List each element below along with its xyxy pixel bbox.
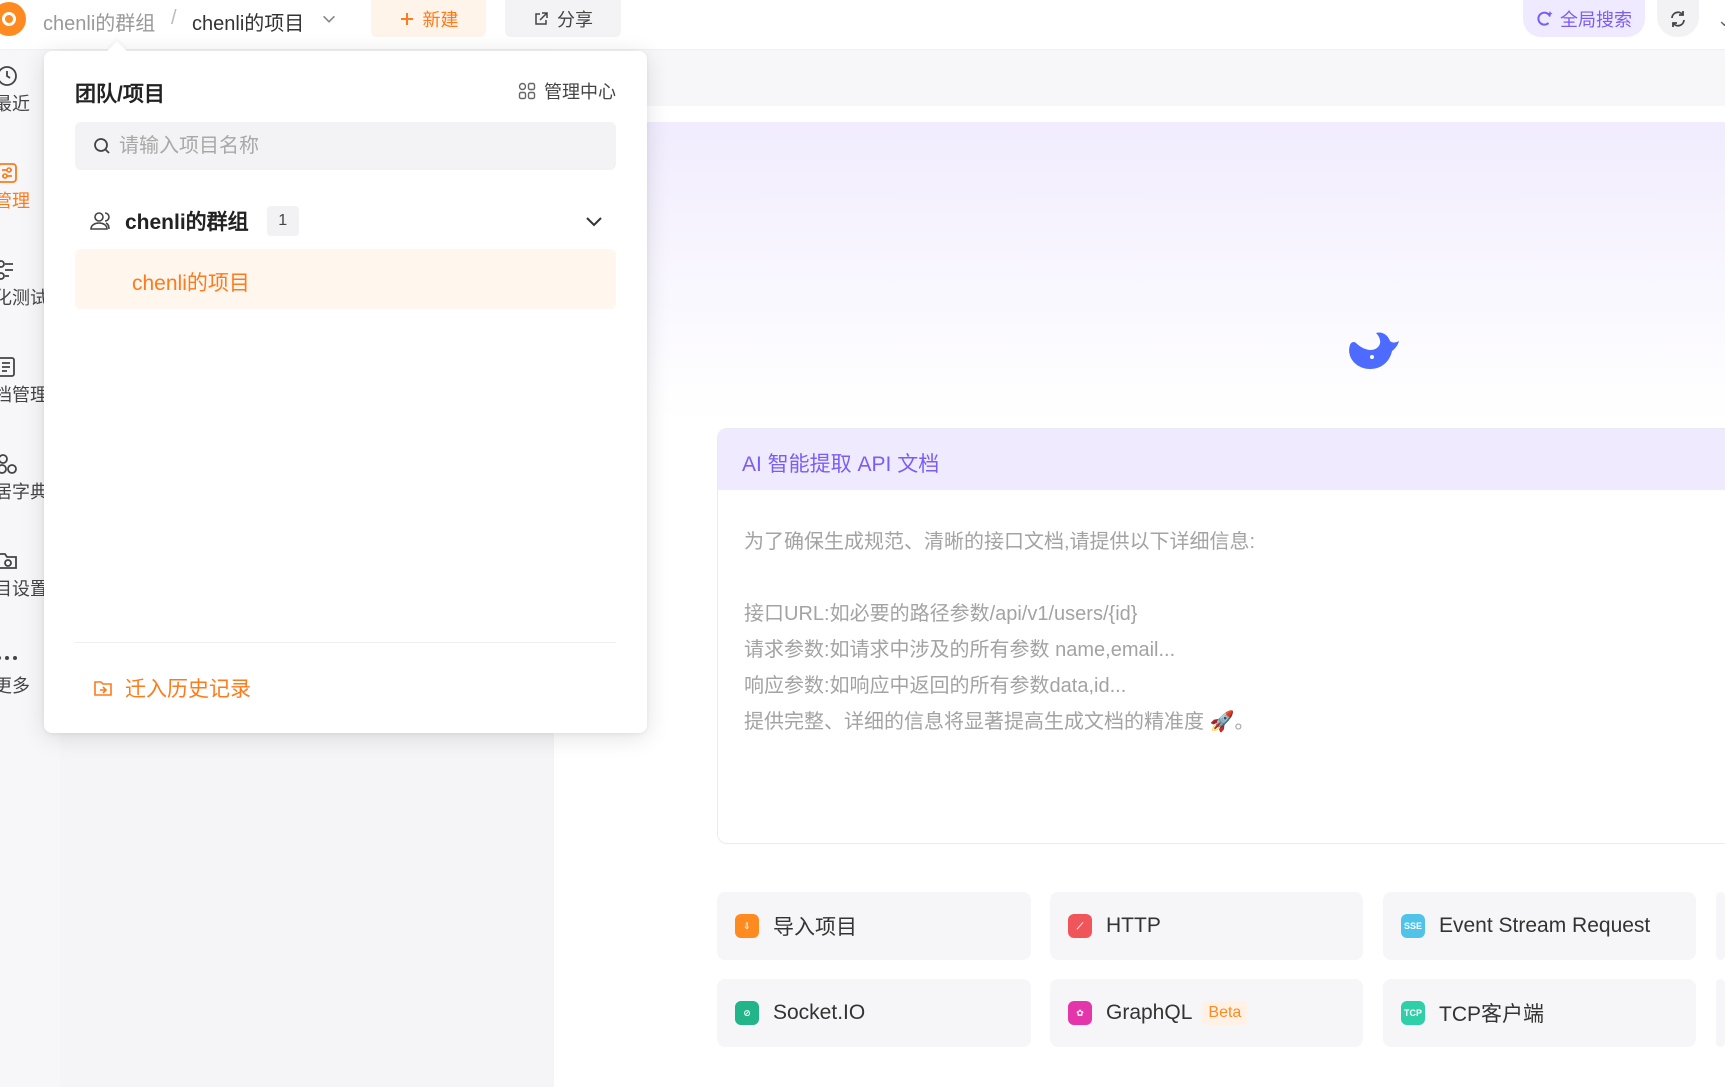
grid-icon: [518, 82, 536, 100]
top-bar: chenli的群组 / chenli的项目 新建 分享 全局搜索 ⌄: [0, 0, 1725, 50]
tile-socketio[interactable]: ⊘ Socket.IO: [717, 979, 1031, 1047]
popup-title: 团队/项目: [75, 83, 165, 106]
folder-import-icon: [94, 681, 112, 696]
sse-icon: SSE: [1401, 914, 1425, 938]
import-icon: ⇩: [735, 914, 759, 938]
team-users-icon: [90, 212, 110, 230]
group-row[interactable]: chenli的群组 1: [75, 201, 616, 241]
refresh-icon: [1671, 10, 1685, 27]
graphql-icon: ✿: [1068, 1001, 1092, 1025]
tile-overflow[interactable]: [1716, 892, 1725, 960]
ai-card-line: 响应参数:如响应中返回的所有参数data,id...: [744, 675, 1127, 697]
content-tab-bar: [554, 50, 1725, 106]
chevron-down-icon[interactable]: [584, 211, 604, 231]
tcp-icon: TCP: [1401, 1001, 1425, 1025]
tile-import-project[interactable]: ⇩ 导入项目: [717, 892, 1031, 960]
group-name: chenli的群组: [125, 211, 249, 234]
tile-label: 导入项目: [773, 916, 857, 939]
settings-sliders-icon: [0, 163, 17, 183]
breadcrumb-separator: /: [171, 7, 177, 29]
global-search-button[interactable]: 全局搜索: [1523, 0, 1645, 37]
breadcrumb-project[interactable]: chenli的项目: [192, 7, 304, 36]
more-icon[interactable]: ⌄: [1717, 10, 1725, 31]
tile-event-stream[interactable]: SSE Event Stream Request: [1383, 892, 1696, 960]
hero-gradient-banner: [554, 122, 1725, 422]
team-project-popup: 团队/项目 管理中心 chenli的群组 1 chenli的项目 迁入历史记录: [44, 41, 647, 733]
ai-card-line: 请求参数:如请求中涉及的所有参数 name,email...: [744, 639, 1176, 661]
refresh-button[interactable]: [1657, 0, 1699, 37]
share-icon: [535, 11, 548, 25]
global-search-label: 全局搜索: [1560, 9, 1632, 30]
tile-http[interactable]: ⟋ HTTP: [1050, 892, 1363, 960]
ai-search-icon: [1537, 10, 1553, 26]
new-button-label: 新建: [422, 9, 459, 30]
app-logo-icon[interactable]: [0, 2, 26, 36]
ai-card-intro: 为了确保生成规范、清晰的接口文档,请提供以下详细信息:: [744, 531, 1256, 553]
ai-card-line: 接口URL:如必要的路径参数/api/v1/users/{id}: [744, 603, 1138, 625]
tile-label: GraphQL: [1106, 1001, 1193, 1024]
new-button[interactable]: 新建: [371, 0, 486, 37]
ai-card-title: AI 智能提取 API 文档: [718, 429, 1725, 490]
more-icon: [0, 656, 17, 660]
folder-gear-icon: [0, 553, 17, 569]
tile-overflow[interactable]: [1716, 979, 1725, 1047]
migration-history-link[interactable]: 迁入历史记录: [93, 673, 251, 703]
flow-icon: [0, 260, 13, 280]
ai-card-line: 提供完整、详细的信息将显著提高生成文档的精准度 🚀。: [744, 711, 1255, 733]
tile-graphql[interactable]: ✿ GraphQL Beta: [1050, 979, 1363, 1047]
doc-list-icon: [0, 357, 15, 377]
project-search-box[interactable]: [75, 122, 616, 170]
admin-center-link[interactable]: 管理中心: [518, 78, 616, 104]
ai-extract-card[interactable]: AI 智能提取 API 文档 为了确保生成规范、清晰的接口文档,请提供以下详细信…: [717, 428, 1725, 844]
admin-center-label: 管理中心: [544, 82, 616, 102]
ai-card-input-area[interactable]: 为了确保生成规范、清晰的接口文档,请提供以下详细信息: 接口URL:如必要的路径…: [718, 490, 1725, 740]
share-button[interactable]: 分享: [505, 0, 621, 37]
tile-tcp-client[interactable]: TCP TCP客户端: [1383, 979, 1696, 1047]
project-search-input[interactable]: [119, 134, 599, 158]
plus-icon: [400, 12, 413, 25]
tile-label: Socket.IO: [773, 1001, 866, 1024]
group-count-badge: 1: [266, 206, 299, 236]
beta-badge: Beta: [1202, 1001, 1248, 1025]
chevron-down-icon[interactable]: [320, 10, 338, 28]
tile-label: Event Stream Request: [1439, 914, 1651, 937]
socketio-icon: ⊘: [735, 1001, 759, 1025]
tile-label: TCP客户端: [1439, 1003, 1544, 1026]
shapes-icon: [0, 454, 17, 474]
search-icon: [94, 138, 110, 154]
tile-label: HTTP: [1106, 914, 1161, 937]
deepseek-whale-icon: [1349, 332, 1399, 369]
share-button-label: 分享: [557, 9, 593, 30]
breadcrumb-team[interactable]: chenli的群组: [43, 7, 155, 36]
popup-divider: [75, 642, 616, 643]
migration-history-label: 迁入历史记录: [125, 678, 251, 701]
http-link-icon: ⟋: [1068, 914, 1092, 938]
project-item-selected[interactable]: chenli的项目: [75, 249, 616, 309]
clock-icon: [0, 66, 17, 86]
